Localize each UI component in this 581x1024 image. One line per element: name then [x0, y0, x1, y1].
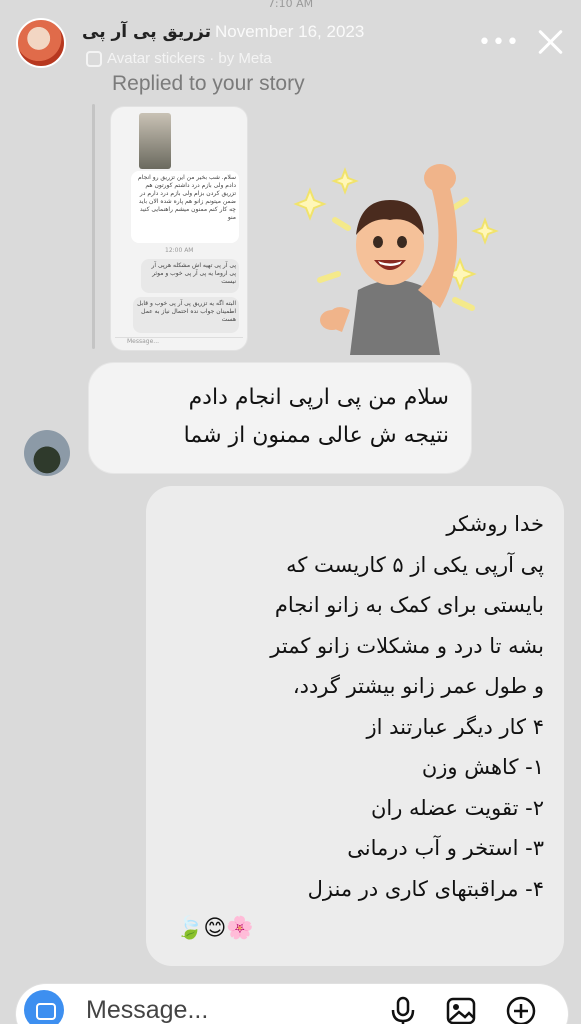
more-options-button[interactable]: ••• — [478, 30, 519, 56]
outgoing-message-line: پی آرپی یکی از ۵ کاریست که — [286, 552, 544, 577]
sender-avatar[interactable] — [16, 18, 66, 68]
message-date: November 16, 2023 — [215, 22, 365, 41]
sender-username[interactable]: تزریق پی آر پی — [82, 22, 211, 42]
story-thumbnail[interactable]: سلام. شب بخیر من این تزریق رو انجام دادم… — [110, 106, 248, 351]
outgoing-message-line: ۲- تقویت عضله ران — [370, 795, 544, 820]
outgoing-message-line: ۴- مراقبتهای کاری در منزل — [307, 876, 544, 901]
outgoing-message[interactable]: خدا روشکر پی آرپی یکی از ۵ کاریست که بای… — [146, 486, 564, 966]
emoji-reaction-row: 🍃😊🌸 — [176, 916, 254, 941]
thumbnail-bubble-2: پی آر پی تهیه اش مشکله هرپی آر پی اروما … — [141, 259, 239, 293]
outgoing-message-line: خدا روشکر — [446, 512, 544, 536]
thumbnail-bubble-3: البته اگه یه تزریق پی آر پی خوب و قابل ا… — [133, 297, 239, 333]
thumbnail-message-input: Message... — [115, 337, 243, 349]
microphone-icon[interactable] — [386, 994, 420, 1024]
status-bar-time: 7:10 AM — [267, 0, 314, 10]
gallery-icon[interactable] — [444, 994, 478, 1024]
replied-label: Replied to your story — [112, 72, 305, 95]
thumbnail-bubble-1: سلام. شب بخیر من این تزریق رو انجام دادم… — [131, 171, 239, 243]
avatar-sticker — [293, 164, 499, 355]
outgoing-message-line: ۴ کار دیگر عبارتند از — [366, 714, 545, 739]
sticker-attribution[interactable]: Avatar stickers · by Meta — [86, 50, 272, 67]
close-button[interactable] — [532, 24, 568, 60]
outgoing-message-line: ۱- کاهش وزن — [421, 755, 544, 779]
outgoing-message-line: بشه تا درد و مشکلات زانو کمتر — [270, 633, 544, 658]
friend-avatar[interactable] — [24, 430, 70, 476]
outgoing-message-line: و طول عمر زانو بیشتر گردد، — [292, 674, 544, 698]
reply-indicator-bar — [92, 104, 95, 349]
incoming-message-line: نتیجه ش عالی ممنون از شما — [183, 423, 449, 448]
thumbnail-time: 12:00 AM — [165, 247, 194, 254]
message-composer — [16, 984, 568, 1024]
message-input[interactable] — [86, 992, 366, 1024]
thumbnail-photo — [139, 113, 171, 169]
camera-button[interactable] — [24, 990, 64, 1024]
incoming-message-line: سلام من پی ارپی انجام دادم — [188, 385, 449, 410]
sticker-attribution-label: Avatar stickers · by Meta — [107, 50, 272, 67]
outgoing-message-line: بایستی برای کمک به زانو انجام — [274, 593, 544, 617]
sticker-icon — [86, 50, 102, 67]
incoming-message[interactable]: سلام من پی ارپی انجام دادم نتیجه ش عالی … — [88, 362, 472, 474]
story-header: تزریق پی آر پی November 16, 2023 Avatar … — [0, 14, 581, 72]
add-icon[interactable] — [504, 994, 538, 1024]
outgoing-message-line: ۳- استخر و آب درمانی — [347, 836, 544, 860]
